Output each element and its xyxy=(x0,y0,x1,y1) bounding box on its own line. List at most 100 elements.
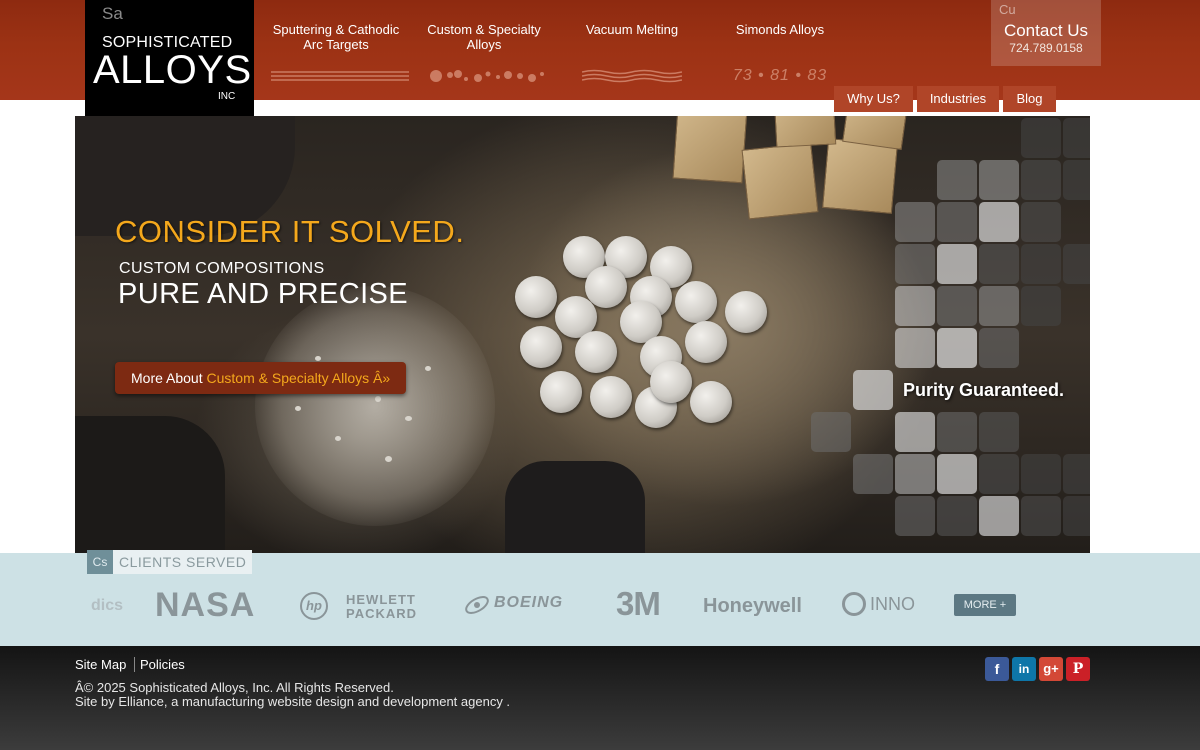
nav-simonds-alloys[interactable]: Simonds Alloys xyxy=(706,22,854,37)
granule xyxy=(405,416,412,421)
granule xyxy=(335,436,341,441)
contact-us-label: Contact Us xyxy=(1003,21,1089,40)
pinterest-icon[interactable]: P xyxy=(1066,657,1090,681)
grid-tile xyxy=(937,412,977,452)
metal-square-image xyxy=(822,138,898,214)
grid-tile xyxy=(853,454,893,494)
grid-tile xyxy=(1063,244,1090,284)
grid-tile xyxy=(979,496,1019,536)
footer-link-divider xyxy=(134,657,135,672)
client-logo-3m: 3M xyxy=(616,585,661,622)
alloy-pellet xyxy=(590,376,632,418)
alloy-pellet xyxy=(520,326,562,368)
grid-tile xyxy=(979,244,1019,284)
grid-tile xyxy=(895,454,935,494)
grid-tile xyxy=(979,412,1019,452)
subnav-why-us[interactable]: Why Us? xyxy=(834,86,913,112)
grid-tile xyxy=(979,286,1019,326)
logo-text-line2: ALLOYS xyxy=(93,48,252,92)
grid-tile xyxy=(937,286,977,326)
logo-text-line3: INC xyxy=(218,91,236,102)
nav-vacuum-melting[interactable]: Vacuum Melting xyxy=(558,22,706,37)
alloy-pellet xyxy=(575,331,617,373)
grid-tile xyxy=(811,412,851,452)
logo-element-symbol: Sa xyxy=(102,4,123,23)
client-logo-hewlett-packard: HEWLETT PACKARD xyxy=(346,592,418,621)
grid-tile xyxy=(937,244,977,284)
google-plus-icon[interactable]: g+ xyxy=(1039,657,1063,681)
nav-custom-specialty-alloys[interactable]: Custom & Specialty Alloys xyxy=(410,22,558,52)
client-logo-nasa: NASA xyxy=(155,586,256,624)
grid-tile xyxy=(895,496,935,536)
grid-tile xyxy=(895,244,935,284)
client-logo-honeywell: Honeywell xyxy=(703,595,802,617)
grid-tile xyxy=(937,328,977,368)
granule xyxy=(315,356,321,361)
alloy-pellet xyxy=(690,381,732,423)
grid-tile xyxy=(937,160,977,200)
subnav-industries[interactable]: Industries xyxy=(917,86,999,112)
client-logo-boeing: BOEING xyxy=(494,594,564,611)
grid-tile xyxy=(1021,496,1061,536)
purity-guaranteed-text: Purity Guaranteed. xyxy=(903,380,1065,400)
grid-tile xyxy=(1063,160,1090,200)
granule xyxy=(385,456,392,462)
cta-prefix: More About xyxy=(131,370,207,386)
grid-tile xyxy=(1063,118,1090,158)
more-about-custom-alloys-button[interactable]: More About Custom & Specialty Alloys Â» xyxy=(115,362,407,394)
nav-label-line2: Arc Targets xyxy=(303,37,369,52)
alloy-pellet xyxy=(650,361,692,403)
contact-us-block[interactable]: Cu Contact Us 724.789.0158 xyxy=(991,0,1101,66)
subnav-blog[interactable]: Blog xyxy=(1003,86,1056,112)
grid-tile xyxy=(895,286,935,326)
grid-tile xyxy=(937,496,977,536)
boeing-logo-icon xyxy=(462,590,492,620)
nav-label-line1: Custom & Specialty xyxy=(427,22,541,37)
nav-years-decoration: 73 • 81 • 83 xyxy=(706,67,854,85)
nav-label-line1: Sputtering & Cathodic xyxy=(272,22,400,37)
grid-tile xyxy=(1063,454,1090,494)
hero-headline: CONSIDER IT SOLVED. xyxy=(115,214,465,249)
contact-phone: 724.789.0158 xyxy=(1009,41,1083,55)
granule xyxy=(375,396,381,402)
grid-tile xyxy=(895,202,935,242)
site-logo[interactable]: Sa SOPHISTICATED ALLOYS INC xyxy=(85,0,254,116)
nav-waves-decoration xyxy=(558,67,706,85)
grid-tile xyxy=(979,202,1019,242)
linkedin-icon[interactable]: in xyxy=(1012,657,1036,681)
alloy-pellet xyxy=(725,291,767,333)
grid-tile xyxy=(1021,202,1061,242)
grid-tile xyxy=(1021,118,1061,158)
hero-subline-pure-precise: PURE AND PRECISE xyxy=(118,278,409,310)
alloy-pellet xyxy=(540,371,582,413)
glass-vials-image xyxy=(75,416,225,553)
alloy-pellet xyxy=(515,276,557,318)
grid-tile xyxy=(895,412,935,452)
grid-tile xyxy=(979,454,1019,494)
nav-label-line2: Alloys xyxy=(466,37,502,52)
footer-link-policies[interactable]: Policies xyxy=(140,657,185,672)
footer-link-site-map[interactable]: Site Map xyxy=(75,657,126,672)
facebook-icon[interactable]: f xyxy=(985,657,1009,681)
grid-tile xyxy=(979,328,1019,368)
grid-tile xyxy=(937,202,977,242)
nav-label-line1: Vacuum Melting xyxy=(585,22,679,37)
footer-copyright-block: Â© 2025 Sophisticated Alloys, Inc. All R… xyxy=(75,681,510,709)
grid-tile xyxy=(1021,160,1061,200)
more-clients-button[interactable]: MORE + xyxy=(954,594,1016,616)
copyright-text: Â© 2025 Sophisticated Alloys, Inc. All R… xyxy=(75,680,394,695)
nav-sputtering-targets[interactable]: Sputtering & Cathodic Arc Targets xyxy=(262,22,410,52)
dark-rocks-image xyxy=(505,461,645,553)
clients-served-label: CLIENTS SERVED xyxy=(113,550,253,574)
grid-tile xyxy=(1021,286,1061,326)
client-logo-dics: dics xyxy=(91,597,124,614)
hero-subline-custom-compositions: CUSTOM COMPOSITIONS xyxy=(119,260,325,277)
grid-tile xyxy=(895,328,935,368)
hp-logo-icon: hp xyxy=(300,592,328,620)
hero-banner: CONSIDER IT SOLVED. CUSTOM COMPOSITIONS … xyxy=(75,116,1090,553)
granule xyxy=(295,406,301,411)
nav-years-text: 73 • 81 • 83 xyxy=(732,67,828,84)
granule xyxy=(425,366,431,371)
grid-tile xyxy=(979,160,1019,200)
client-logo-inno: INNO xyxy=(870,594,915,614)
